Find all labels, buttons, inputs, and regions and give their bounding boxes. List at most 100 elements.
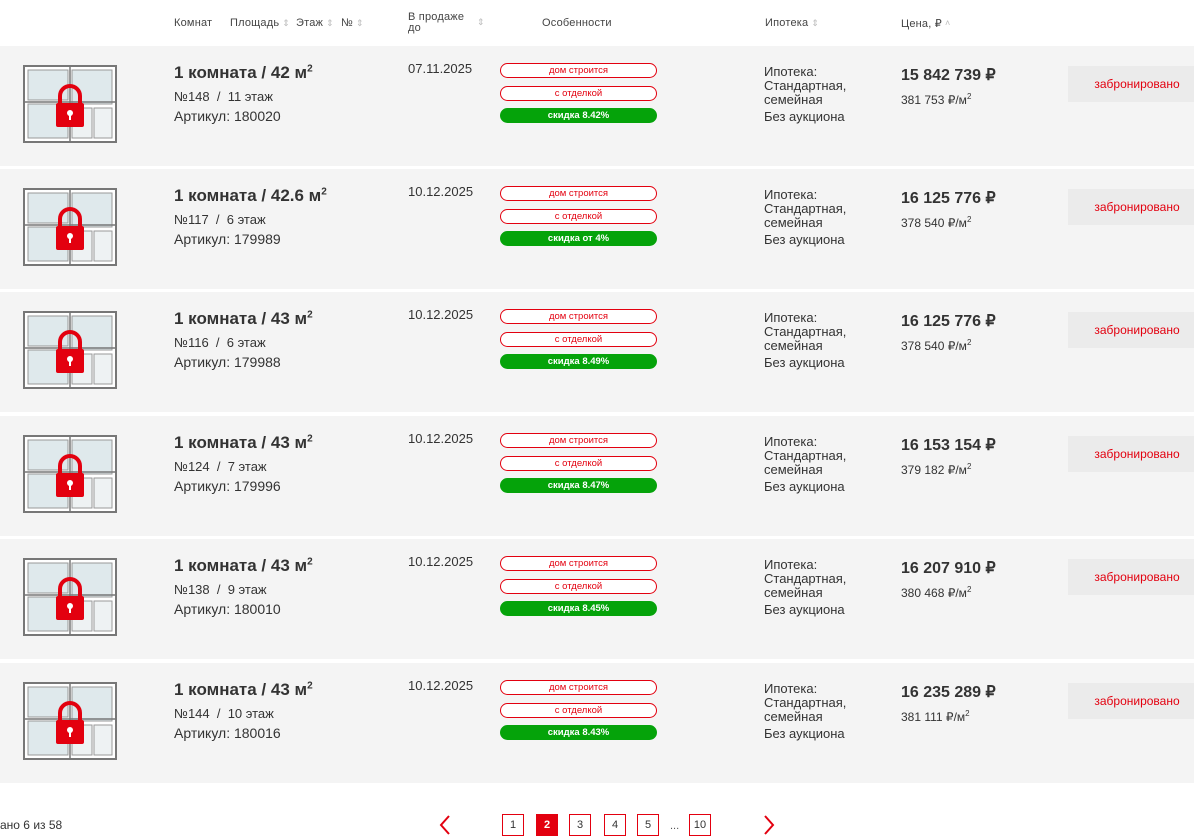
price: 15 842 739 ₽ bbox=[901, 67, 996, 84]
mortgage-info: Ипотека: Стандартная, семейная Без аукци… bbox=[764, 65, 874, 124]
apartment-article: Артикул: 179989 bbox=[174, 231, 281, 247]
sort-floor[interactable]: Этаж ⇕ bbox=[296, 17, 334, 29]
apartment-row[interactable]: 1 комната / 42.6 м2 №117 / 6 этаж Артику… bbox=[0, 169, 1194, 289]
apartment-title[interactable]: 1 комната / 43 м2 bbox=[174, 556, 313, 576]
mortgage-types: Ипотека: Стандартная, семейная bbox=[764, 187, 847, 230]
auction-info: Без аукциона bbox=[764, 479, 845, 494]
sort-mortgage[interactable]: Ипотека ⇕ bbox=[765, 17, 819, 29]
sort-area-label: Площадь bbox=[230, 17, 280, 29]
price-per-sqm: 381 753 ₽/м2 bbox=[901, 92, 971, 107]
apartment-article: Артикул: 180016 bbox=[174, 725, 281, 741]
apartment-title[interactable]: 1 комната / 42 м2 bbox=[174, 63, 313, 83]
floor-plan-image bbox=[23, 188, 117, 266]
booked-status-button[interactable]: забронировано bbox=[1068, 189, 1194, 225]
apartment-floor: 9 этаж bbox=[227, 582, 267, 597]
apartment-number: №117 bbox=[174, 212, 209, 227]
mortgage-info: Ипотека: Стандартная, семейная Без аукци… bbox=[764, 682, 874, 741]
sale-until-date: 10.12.2025 bbox=[408, 184, 474, 199]
page-2-button[interactable]: 2 bbox=[536, 814, 558, 836]
mortgage-types: Ипотека: Стандартная, семейная bbox=[764, 310, 847, 353]
page-5-button[interactable]: 5 bbox=[637, 814, 659, 836]
badge-under-construction: дом строится bbox=[500, 433, 657, 448]
price: 16 235 289 ₽ bbox=[901, 684, 996, 701]
mortgage-types: Ипотека: Стандартная, семейная bbox=[764, 557, 847, 600]
apartment-number-floor: №148 / 11 этаж bbox=[174, 89, 273, 104]
sort-number[interactable]: № ⇕ bbox=[341, 17, 364, 29]
floor-plan-image bbox=[23, 311, 117, 389]
booked-status-button[interactable]: забронировано bbox=[1068, 312, 1194, 348]
booked-status-button[interactable]: забронировано bbox=[1068, 66, 1194, 102]
floor-plan-image bbox=[23, 435, 117, 513]
apartment-row[interactable]: 1 комната / 43 м2 №138 / 9 этаж Артикул:… bbox=[0, 539, 1194, 659]
floor-plan-image bbox=[23, 65, 117, 143]
price-per-sqm-text: 381 753 ₽/м bbox=[901, 93, 967, 107]
features-header: Особенности bbox=[542, 17, 612, 29]
floor-plan-image bbox=[23, 558, 117, 636]
sort-sale-until-label: В продаже до bbox=[408, 11, 465, 34]
apartment-title-text: 1 комната / 42 м bbox=[174, 63, 308, 82]
next-page-icon[interactable] bbox=[761, 814, 777, 836]
apartment-title-sup: 2 bbox=[307, 680, 313, 692]
sort-icon: ⇕ bbox=[356, 17, 364, 28]
apartment-title[interactable]: 1 комната / 42.6 м2 bbox=[174, 186, 327, 206]
mortgage-info: Ипотека: Стандартная, семейная Без аукци… bbox=[764, 435, 874, 494]
apartment-row[interactable]: 1 комната / 43 м2 №124 / 7 этаж Артикул:… bbox=[0, 416, 1194, 536]
apartment-title[interactable]: 1 комната / 43 м2 bbox=[174, 309, 313, 329]
auction-info: Без аукциона bbox=[764, 602, 845, 617]
mortgage-types: Ипотека: Стандартная, семейная bbox=[764, 681, 847, 724]
badge-finishing: с отделкой bbox=[500, 332, 657, 347]
apartment-row[interactable]: 1 комната / 43 м2 №144 / 10 этаж Артикул… bbox=[0, 663, 1194, 783]
badge-discount: скидка от 4% bbox=[500, 231, 657, 246]
features-header-label: Особенности bbox=[542, 17, 612, 29]
apartment-row[interactable]: 1 комната / 43 м2 №116 / 6 этаж Артикул:… bbox=[0, 292, 1194, 412]
pagination: 1 2 3 4 5 ... 10 bbox=[0, 814, 1194, 836]
price: 16 207 910 ₽ bbox=[901, 560, 996, 577]
table-header: Комнат Площадь ⇕ Этаж ⇕ № ⇕ В продаже до… bbox=[0, 0, 1194, 44]
apartment-number-floor: №117 / 6 этаж bbox=[174, 212, 266, 227]
page-3-button[interactable]: 3 bbox=[569, 814, 591, 836]
page-1-button[interactable]: 1 bbox=[502, 814, 524, 836]
sort-sale-until[interactable]: В продаже до ⇕ bbox=[408, 11, 485, 34]
price-per-sqm: 379 182 ₽/м2 bbox=[901, 462, 971, 477]
apartment-title-sup: 2 bbox=[307, 433, 313, 445]
badge-discount: скидка 8.49% bbox=[500, 354, 657, 369]
badge-discount: скидка 8.47% bbox=[500, 478, 657, 493]
apartment-article: Артикул: 179996 bbox=[174, 478, 281, 494]
sort-area[interactable]: Площадь ⇕ bbox=[230, 17, 290, 29]
apartment-title[interactable]: 1 комната / 43 м2 bbox=[174, 680, 313, 700]
badge-under-construction: дом строится bbox=[500, 556, 657, 571]
apartment-number-floor: №144 / 10 этаж bbox=[174, 706, 274, 721]
price-per-sqm: 378 540 ₽/м2 bbox=[901, 215, 971, 230]
sort-rooms-label: Комнат bbox=[174, 17, 213, 29]
badge-discount: скидка 8.42% bbox=[500, 108, 657, 123]
auction-info: Без аукциона bbox=[764, 355, 845, 370]
badge-finishing: с отделкой bbox=[500, 579, 657, 594]
apartment-row[interactable]: 1 комната / 42 м2 №148 / 11 этаж Артикул… bbox=[0, 46, 1194, 166]
apartment-floor: 7 этаж bbox=[227, 459, 267, 474]
badge-finishing: с отделкой bbox=[500, 209, 657, 224]
apartment-floor: 6 этаж bbox=[226, 335, 266, 350]
auction-info: Без аукциона bbox=[764, 232, 845, 247]
badge-finishing: с отделкой bbox=[500, 86, 657, 101]
prev-page-icon[interactable] bbox=[437, 814, 453, 836]
price: 16 153 154 ₽ bbox=[901, 437, 996, 454]
badge-under-construction: дом строится bbox=[500, 186, 657, 201]
page-10-button[interactable]: 10 bbox=[689, 814, 711, 836]
badge-finishing: с отделкой bbox=[500, 456, 657, 471]
badge-under-construction: дом строится bbox=[500, 309, 657, 324]
apartment-title[interactable]: 1 комната / 43 м2 bbox=[174, 433, 313, 453]
apartment-title-sup: 2 bbox=[321, 186, 327, 198]
page-4-button[interactable]: 4 bbox=[604, 814, 626, 836]
sort-price[interactable]: Цена, ₽ ˄ bbox=[901, 17, 950, 30]
sale-until-date: 07.11.2025 bbox=[408, 61, 473, 76]
booked-status-button[interactable]: забронировано bbox=[1068, 559, 1194, 595]
badge-discount: скидка 8.45% bbox=[500, 601, 657, 616]
sort-rooms[interactable]: Комнат bbox=[174, 17, 212, 29]
booked-status-button[interactable]: забронировано bbox=[1068, 436, 1194, 472]
booked-status-button[interactable]: забронировано bbox=[1068, 683, 1194, 719]
sort-floor-label: Этаж bbox=[296, 17, 324, 29]
price-per-sqm-sup: 2 bbox=[966, 92, 972, 101]
apartment-number: №138 bbox=[174, 582, 210, 597]
apartment-title-text: 1 комната / 42.6 м bbox=[174, 186, 322, 205]
apartment-number: №148 bbox=[174, 89, 210, 104]
